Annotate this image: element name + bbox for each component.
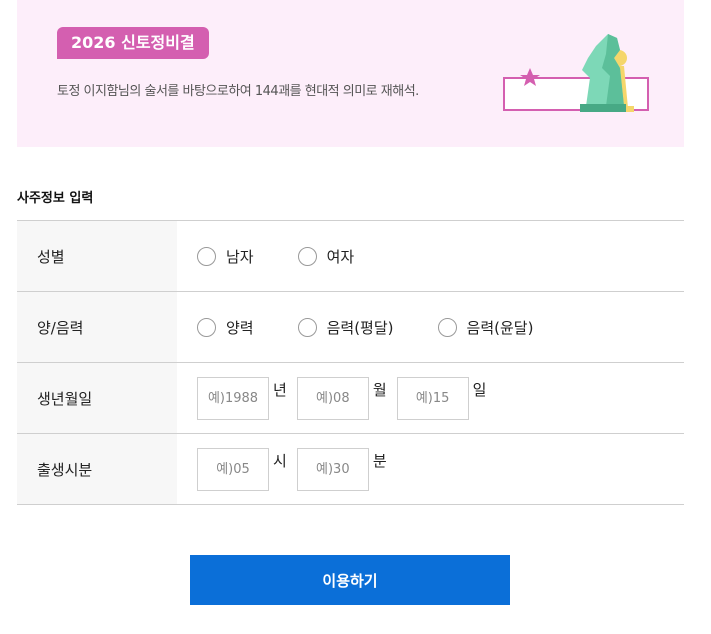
calendar-lunar-normal-radio[interactable]: 음력(평달)	[297, 317, 394, 338]
saju-form: 성별 남자 여자 양/음력 양력 음력(평달) 음력(윤달) 생년월일 예)19…	[17, 220, 684, 505]
birthdate-label: 생년월일	[17, 363, 177, 433]
banner-description: 토정 이지함님의 술서를 바탕으로하여 144괘를 현대적 의미로 재해석.	[57, 84, 419, 99]
radio-label: 음력(윤달)	[466, 318, 534, 337]
calendar-options: 양력 음력(평달) 음력(윤달)	[177, 292, 684, 362]
birth-hour-input[interactable]	[197, 447, 269, 491]
birthtime-row: 출생시분 시 분	[17, 434, 684, 505]
gender-row: 성별 남자 여자	[17, 221, 684, 292]
minute-unit: 분	[372, 451, 387, 470]
gender-female-radio[interactable]: 여자	[297, 246, 355, 267]
section-title: 사주정보 입력	[17, 191, 94, 206]
birthdate-inputs: 년 월 일	[177, 363, 684, 433]
birthdate-row: 생년월일 년 월 일	[17, 363, 684, 434]
radio-circle-icon[interactable]	[437, 317, 457, 337]
calendar-solar-radio[interactable]: 양력	[197, 317, 254, 338]
birth-day-input[interactable]	[396, 376, 469, 420]
gender-options: 남자 여자	[177, 221, 684, 291]
chess-pieces-illustration	[503, 34, 649, 112]
day-unit: 일	[472, 380, 487, 399]
gender-male-radio[interactable]: 남자	[197, 246, 254, 267]
radio-circle-icon[interactable]	[197, 317, 216, 337]
calendar-label: 양/음력	[17, 292, 177, 362]
calendar-row: 양/음력 양력 음력(평달) 음력(윤달)	[17, 292, 684, 363]
radio-label: 음력(평달)	[326, 318, 394, 337]
submit-button[interactable]: 이용하기	[190, 555, 510, 605]
banner: 2026 신토정비결 토정 이지함님의 술서를 바탕으로하여 144괘를 현대적…	[17, 0, 684, 147]
hour-unit: 시	[273, 451, 287, 470]
year-unit: 년	[273, 380, 287, 399]
month-unit: 월	[372, 380, 387, 399]
radio-circle-icon[interactable]	[297, 246, 317, 266]
radio-label: 양력	[226, 318, 254, 337]
radio-circle-icon[interactable]	[297, 317, 317, 337]
gender-label: 성별	[17, 221, 177, 291]
radio-circle-icon[interactable]	[197, 246, 216, 266]
birthtime-inputs: 시 분	[177, 434, 684, 504]
banner-badge: 2026 신토정비결	[57, 27, 209, 59]
birth-year-input[interactable]	[197, 376, 269, 420]
calendar-lunar-leap-radio[interactable]: 음력(윤달)	[437, 317, 534, 338]
radio-label: 여자	[326, 247, 355, 266]
radio-label: 남자	[226, 247, 254, 266]
birthtime-label: 출생시분	[17, 434, 177, 504]
birth-minute-input[interactable]	[296, 447, 369, 491]
birth-month-input[interactable]	[296, 376, 369, 420]
